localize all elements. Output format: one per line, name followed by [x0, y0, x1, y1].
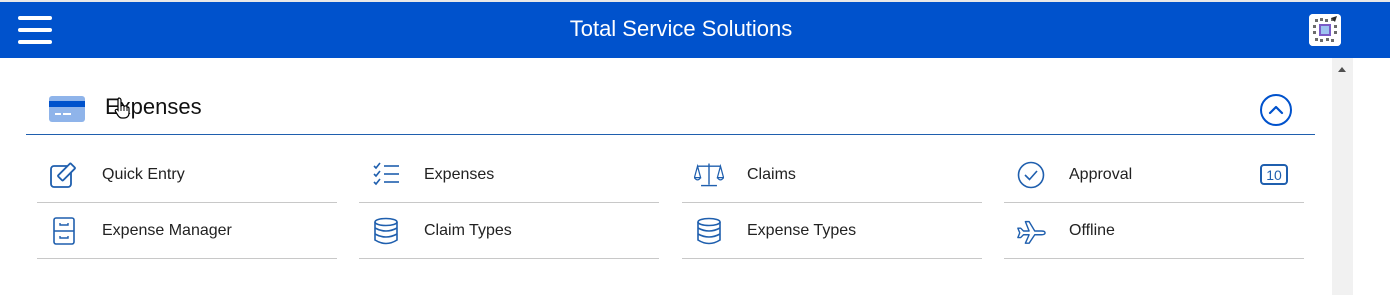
- app-title: Total Service Solutions: [569, 16, 793, 41]
- edit-icon: [50, 162, 76, 188]
- menu-item-expense-manager[interactable]: Expense Manager: [37, 203, 337, 259]
- vertical-scrollbar[interactable]: [1332, 58, 1353, 295]
- app-logo-icon[interactable]: [1309, 14, 1341, 46]
- menu-item-label: Claim Types: [424, 222, 512, 239]
- menu-item-quick-entry[interactable]: Quick Entry: [37, 147, 337, 203]
- database-icon: [697, 217, 721, 245]
- section-header[interactable]: Expenses: [26, 88, 1315, 135]
- menu-item-label: Quick Entry: [102, 166, 185, 183]
- app-header: Total Service Solutions: [0, 0, 1390, 58]
- filing-cabinet-icon: [53, 217, 75, 245]
- menu-item-label: Expense Manager: [102, 222, 232, 239]
- menu-item-label: Approval: [1069, 166, 1133, 183]
- hand-cursor-icon: [114, 97, 130, 119]
- main-content: Expenses Quick Entry Expenses Claims App…: [0, 58, 1332, 295]
- airplane-icon: [1017, 220, 1046, 244]
- scroll-up-arrow-icon[interactable]: [1338, 67, 1346, 72]
- chevron-up-circle-icon[interactable]: [1260, 94, 1292, 126]
- menu-item-claims[interactable]: Claims: [682, 147, 982, 203]
- menu-item-expense-types[interactable]: Expense Types: [682, 203, 982, 259]
- credit-card-icon: [49, 96, 85, 122]
- menu-item-label: Expense Types: [747, 222, 857, 239]
- menu-item-claim-types[interactable]: Claim Types: [359, 203, 659, 259]
- scales-icon: [694, 163, 724, 187]
- menu-item-offline[interactable]: Offline: [1004, 203, 1304, 259]
- approval-count-badge: 10: [1260, 164, 1288, 185]
- menu-item-approval[interactable]: Approval 10: [1004, 147, 1304, 203]
- menu-item-label: Expenses: [424, 166, 495, 183]
- database-icon: [374, 217, 398, 245]
- check-circle-icon: [1017, 161, 1045, 189]
- menu-item-expenses[interactable]: Expenses: [359, 147, 659, 203]
- menu-item-label: Claims: [747, 166, 796, 183]
- menu-item-label: Offline: [1069, 222, 1115, 239]
- checklist-icon: [373, 162, 399, 186]
